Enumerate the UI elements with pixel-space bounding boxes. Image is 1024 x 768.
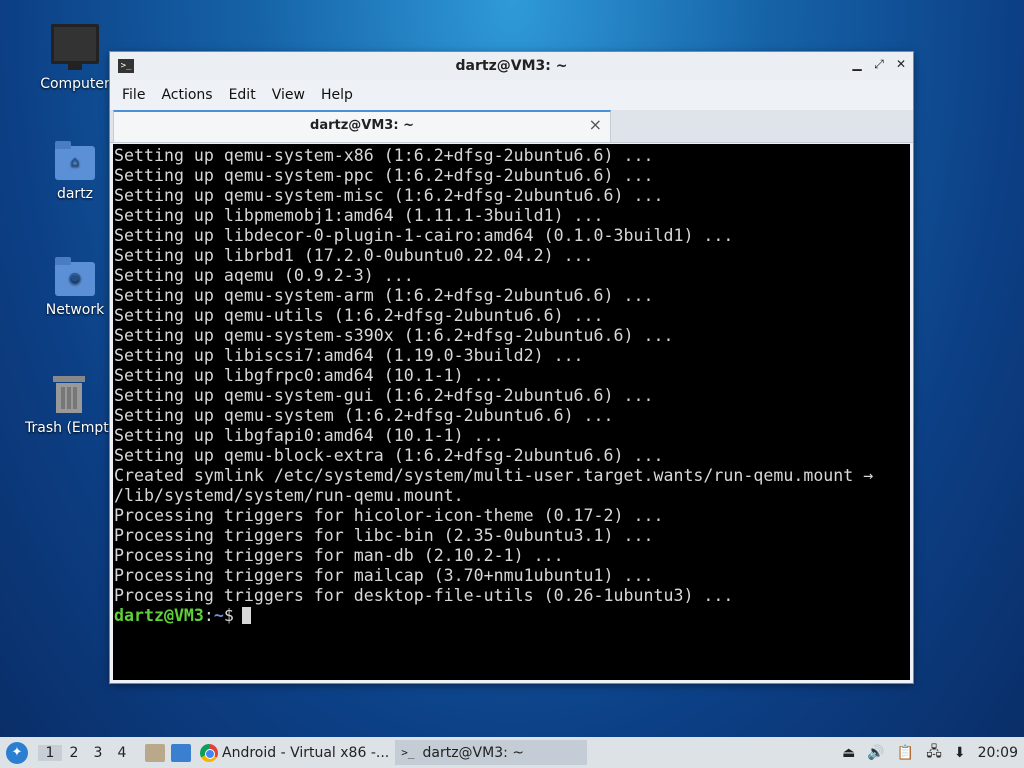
terminal-line: Processing triggers for desktop-file-uti… [114, 586, 734, 605]
terminal-line: Setting up aqemu (0.9.2-3) ... [114, 266, 414, 285]
terminal-window: >_ dartz@VM3: ~ ▁ ⤢ ✕ File Actions Edit … [110, 52, 913, 683]
terminal-line: Setting up qemu-system-ppc (1:6.2+dfsg-2… [114, 166, 654, 185]
terminal-icon: >_ [401, 746, 415, 759]
window-titlebar[interactable]: >_ dartz@VM3: ~ ▁ ⤢ ✕ [110, 52, 913, 80]
home-folder-icon: ⌂ [55, 141, 95, 180]
maximize-icon[interactable]: ⤢ [873, 57, 885, 72]
menu-help[interactable]: Help [313, 87, 361, 103]
prompt-symbol: $ [223, 606, 234, 625]
prompt-separator: : [203, 606, 214, 625]
update-notifier-icon[interactable]: ⬇ [954, 745, 966, 761]
start-menu-icon[interactable]: ✦ [6, 741, 28, 764]
chrome-icon [200, 743, 218, 762]
file-manager-icon[interactable] [145, 743, 165, 762]
workspace-4[interactable]: 4 [110, 745, 134, 761]
network-status-icon[interactable]: 🖧 [926, 741, 942, 765]
tab-bar: dartz@VM3: ~ × [110, 110, 913, 143]
terminal-line: Setting up qemu-system-s390x (1:6.2+dfsg… [114, 326, 674, 345]
prompt-user: dartz@VM3 [114, 606, 204, 625]
terminal-line: Setting up libpmemobj1:amd64 (1.11.1-3bu… [114, 206, 604, 225]
trash-icon [51, 374, 85, 414]
menubar: File Actions Edit View Help [110, 80, 913, 110]
terminal-line: Setting up librbd1 (17.2.0-0ubuntu0.22.0… [114, 246, 594, 265]
menu-actions[interactable]: Actions [153, 87, 220, 103]
show-desktop-icon[interactable] [171, 743, 191, 762]
terminal-line: Setting up libgfapi0:amd64 (10.1-1) ... [114, 426, 504, 445]
menu-edit[interactable]: Edit [221, 87, 264, 103]
workspace-1[interactable]: 1 [38, 744, 62, 761]
terminal-line: Processing triggers for mailcap (3.70+nm… [114, 566, 654, 585]
close-icon[interactable]: ✕ [895, 57, 907, 72]
menu-file[interactable]: File [114, 87, 153, 103]
minimize-icon[interactable]: ▁ [851, 57, 863, 72]
clipboard-icon[interactable]: 📋 [897, 745, 914, 761]
desktop-icon-label: Trash (Empty) [25, 420, 110, 436]
terminal-line: Setting up qemu-system-x86 (1:6.2+dfsg-2… [114, 146, 654, 165]
terminal-line: Setting up qemu-utils (1:6.2+dfsg-2ubunt… [114, 306, 604, 325]
volume-icon[interactable]: 🔊 [867, 745, 884, 761]
terminal-cursor [241, 607, 251, 624]
tab-close-icon[interactable]: × [589, 115, 602, 134]
terminal-line: Processing triggers for man-db (2.10.2-1… [114, 546, 564, 565]
tab-label: dartz@VM3: ~ [310, 118, 414, 133]
window-title: dartz@VM3: ~ [455, 58, 568, 74]
terminal-line: Processing triggers for hicolor-icon-the… [114, 506, 664, 525]
system-tray: ⏏ 🔊 📋 🖧 ⬇ 20:09 [842, 741, 1024, 765]
desktop-icon-trash[interactable]: Trash (Empty) [25, 374, 110, 436]
prompt-path: ~ [213, 606, 224, 625]
menu-view[interactable]: View [264, 87, 313, 103]
network-folder-icon: ◉ [55, 257, 95, 296]
task-android-virtual[interactable]: Android - Virtual x86 -... [194, 740, 395, 765]
terminal-lines: Setting up qemu-system-x86 (1:6.2+dfsg-2… [113, 144, 910, 626]
terminal-output[interactable]: Setting up qemu-system-x86 (1:6.2+dfsg-2… [113, 144, 910, 680]
taskbar: ✦ 1 2 3 4 Android - Virtual x86 -... >_ … [0, 737, 1024, 768]
workspace-3[interactable]: 3 [86, 745, 110, 761]
terminal-line: Setting up qemu-system-arm (1:6.2+dfsg-2… [114, 286, 654, 305]
upload-indicator-icon[interactable]: ⏏ [842, 745, 855, 761]
terminal-line: Setting up qemu-block-extra (1:6.2+dfsg-… [114, 446, 664, 465]
terminal-line: Setting up qemu-system (1:6.2+dfsg-2ubun… [114, 406, 614, 425]
terminal-line: Processing triggers for libc-bin (2.35-0… [114, 526, 654, 545]
tab-terminal[interactable]: dartz@VM3: ~ × [113, 110, 611, 142]
computer-icon [51, 24, 99, 70]
workspace-2[interactable]: 2 [62, 745, 86, 761]
clock[interactable]: 20:09 [978, 745, 1018, 761]
terminal-line: /lib/systemd/system/run-qemu.mount. [114, 486, 464, 505]
terminal-line: Created symlink /etc/systemd/system/mult… [114, 466, 874, 485]
terminal-line: Setting up libiscsi7:amd64 (1.19.0-3buil… [114, 346, 584, 365]
task-label: Android - Virtual x86 -... [222, 744, 390, 761]
task-label: dartz@VM3: ~ [422, 744, 525, 761]
terminal-line: Setting up qemu-system-gui (1:6.2+dfsg-2… [114, 386, 654, 405]
terminal-line: Setting up qemu-system-misc (1:6.2+dfsg-… [114, 186, 664, 205]
terminal-line: Setting up libdecor-0-plugin-1-cairo:amd… [114, 226, 734, 245]
terminal-line: Setting up libgfrpc0:amd64 (10.1-1) ... [114, 366, 504, 385]
task-terminal[interactable]: >_ dartz@VM3: ~ [395, 740, 588, 765]
